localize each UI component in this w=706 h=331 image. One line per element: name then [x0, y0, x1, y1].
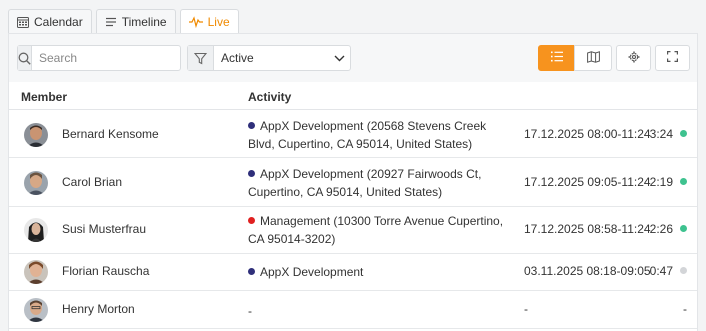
- member-name: Susi Musterfrau: [62, 222, 147, 236]
- activity-text: AppX Development (20927 Fairwoods Ct, Cu…: [248, 167, 482, 199]
- member-column-header[interactable]: Member: [21, 90, 67, 104]
- online-status-dot: [680, 178, 687, 185]
- list-icon: [550, 51, 563, 65]
- status-filter-select[interactable]: Active: [187, 45, 351, 71]
- table-row[interactable]: Susi Musterfrau Management (10300 Torre …: [9, 208, 697, 254]
- tab-calendar-label: Calendar: [34, 14, 83, 29]
- activity-color-dot: [248, 170, 255, 177]
- live-panel: Active Member Activit: [8, 33, 698, 331]
- gear-icon: [628, 51, 640, 66]
- tab-live-label: Live: [207, 14, 230, 29]
- calendar-icon: [17, 16, 29, 28]
- activity-cell: Management (10300 Torre Avenue Cupertino…: [248, 212, 510, 248]
- avatar: [24, 123, 48, 147]
- tab-live[interactable]: Live: [179, 9, 239, 33]
- activity-column-header[interactable]: Activity: [248, 90, 291, 104]
- table-row[interactable]: Bernard Kensome AppX Development (20568 …: [9, 111, 697, 158]
- map-view-button[interactable]: [574, 45, 612, 71]
- activity-cell: AppX Development (20927 Fairwoods Ct, Cu…: [248, 165, 510, 201]
- timeline-icon: [105, 16, 117, 28]
- tab-calendar[interactable]: Calendar: [8, 9, 92, 33]
- search-icon: [18, 46, 32, 70]
- duration: 3:24: [649, 127, 673, 141]
- duration: -: [683, 302, 687, 316]
- table-row[interactable]: Henry Morton - - -: [9, 292, 697, 329]
- avatar: [24, 171, 48, 195]
- chevron-down-icon: [328, 46, 350, 70]
- time-range: 17.12.2025 08:00-11:24: [524, 127, 651, 141]
- activity-text: -: [248, 304, 252, 318]
- filter-value: Active: [221, 51, 254, 65]
- fullscreen-icon: [667, 51, 678, 65]
- activity-color-dot: [248, 122, 255, 129]
- avatar: [24, 260, 48, 284]
- member-name: Carol Brian: [62, 175, 123, 189]
- avatar: [24, 298, 48, 322]
- member-name: Henry Morton: [62, 302, 135, 316]
- tab-timeline[interactable]: Timeline: [95, 9, 176, 33]
- map-icon: [586, 50, 600, 66]
- list-view-button[interactable]: [538, 45, 575, 71]
- activity-text: AppX Development: [260, 265, 364, 279]
- tab-timeline-label: Timeline: [121, 14, 167, 29]
- offline-status-dot: [680, 267, 687, 274]
- activity-color-dot: [248, 268, 255, 275]
- toolbar: Active: [9, 34, 697, 82]
- pulse-icon: [188, 15, 203, 28]
- time-range: 17.12.2025 09:05-11:24: [524, 175, 651, 189]
- search-input[interactable]: [32, 46, 194, 70]
- table-row[interactable]: Florian Rauscha AppX Development 03.11.2…: [9, 255, 697, 291]
- table-header: Member Activity: [9, 82, 697, 110]
- view-tabs: Calendar Timeline Live: [8, 9, 239, 33]
- time-range: -: [524, 302, 528, 316]
- online-status-dot: [680, 225, 687, 232]
- duration: 2:26: [649, 222, 673, 236]
- settings-button[interactable]: [616, 45, 651, 71]
- activity-cell: AppX Development (20568 Stevens Creek Bl…: [248, 117, 510, 153]
- search-box: [17, 45, 194, 71]
- online-status-dot: [680, 130, 687, 137]
- activity-text: AppX Development (20568 Stevens Creek Bl…: [248, 119, 487, 151]
- time-range: 03.11.2025 08:18-09:05: [524, 264, 651, 278]
- activity-text: Management (10300 Torre Avenue Cupertino…: [248, 214, 504, 246]
- time-range: 17.12.2025 08:58-11:24: [524, 222, 651, 236]
- duration: 2:19: [649, 175, 673, 189]
- filter-icon: [188, 46, 214, 70]
- member-name: Bernard Kensome: [62, 127, 159, 141]
- duration: 0:47: [649, 264, 673, 278]
- fullscreen-button[interactable]: [655, 45, 690, 71]
- member-name: Florian Rauscha: [62, 264, 150, 278]
- table-row[interactable]: Carol Brian AppX Development (20927 Fair…: [9, 159, 697, 207]
- avatar: [24, 218, 48, 242]
- activity-color-dot: [248, 217, 255, 224]
- activity-cell: AppX Development: [248, 263, 510, 281]
